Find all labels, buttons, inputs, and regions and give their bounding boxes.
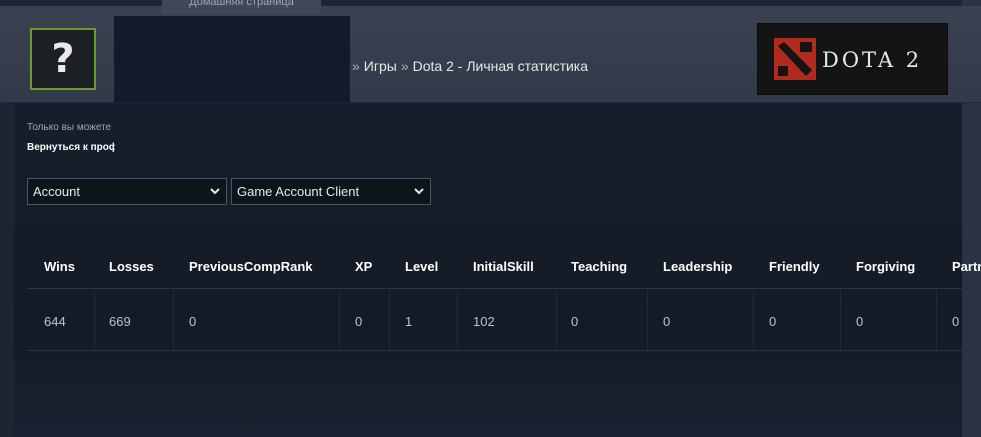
account-select[interactable]: Account: [27, 178, 227, 205]
chevron-down-icon: [210, 179, 220, 213]
table-cell-forgiving: 0: [856, 314, 864, 329]
table-cell-initial-skill: 102: [473, 314, 495, 329]
column-header-previous-comp-rank[interactable]: PreviousCompRank: [189, 259, 313, 274]
avatar[interactable]: ?: [30, 28, 96, 90]
column-header-partner[interactable]: Partner: [952, 259, 981, 274]
breadcrumb-item-games[interactable]: Игры: [364, 58, 397, 74]
column-divider: [753, 288, 754, 350]
column-header-xp[interactable]: XP: [355, 259, 372, 274]
column-header-teaching[interactable]: Teaching: [571, 259, 627, 274]
logo-text: DOTA 2: [822, 48, 923, 72]
breadcrumb: » Игры» Dota 2 - Личная статистика: [348, 58, 588, 74]
column-divider: [94, 288, 95, 350]
home-page-tab[interactable]: Домашняя страница: [162, 0, 321, 14]
column-divider: [936, 288, 937, 350]
client-select[interactable]: Game Account Client: [231, 178, 431, 205]
table-cell-leadership: 0: [663, 314, 671, 329]
column-divider: [339, 288, 340, 350]
column-header-leadership[interactable]: Leadership: [663, 259, 732, 274]
account-select-value: Account: [33, 184, 80, 199]
back-to-profile-link[interactable]: Вернуться к профилю: [27, 142, 115, 153]
table-cell-xp: 0: [355, 314, 363, 329]
chevron-down-icon: [414, 179, 424, 213]
privacy-notice: Только вы можете: [27, 122, 112, 133]
client-select-value: Game Account Client: [237, 184, 360, 199]
table-cell-friendly: 0: [769, 314, 777, 329]
breadcrumb-separator: »: [400, 58, 409, 74]
avatar-placeholder-icon: ?: [51, 36, 75, 82]
column-header-wins[interactable]: Wins: [44, 259, 75, 274]
column-divider: [647, 288, 648, 350]
column-header-forgiving[interactable]: Forgiving: [856, 259, 915, 274]
column-header-level[interactable]: Level: [405, 259, 438, 274]
breadcrumb-separator: »: [352, 58, 360, 74]
table-cell-losses: 669: [109, 314, 131, 329]
column-divider: [173, 288, 174, 350]
table-row-divider: [27, 350, 962, 351]
table-header-divider: [27, 288, 962, 289]
column-divider: [840, 288, 841, 350]
table-cell-wins: 644: [44, 314, 66, 329]
column-divider: [556, 288, 557, 350]
table-cell-level: 1: [405, 314, 413, 329]
column-divider: [389, 288, 390, 350]
column-header-friendly[interactable]: Friendly: [769, 259, 820, 274]
profile-name-area: [114, 16, 350, 102]
breadcrumb-item-current: Dota 2 - Личная статистика: [412, 58, 589, 74]
column-header-initial-skill[interactable]: InitialSkill: [473, 259, 534, 274]
dota-emblem-icon: [774, 38, 816, 80]
column-header-losses[interactable]: Losses: [109, 259, 154, 274]
table-cell-previous-comp-rank: 0: [189, 314, 197, 329]
game-logo: DOTA 2: [757, 23, 948, 95]
table-cell-teaching: 0: [571, 314, 579, 329]
table-cell-partner: 0: [952, 314, 960, 329]
column-divider: [457, 288, 458, 350]
